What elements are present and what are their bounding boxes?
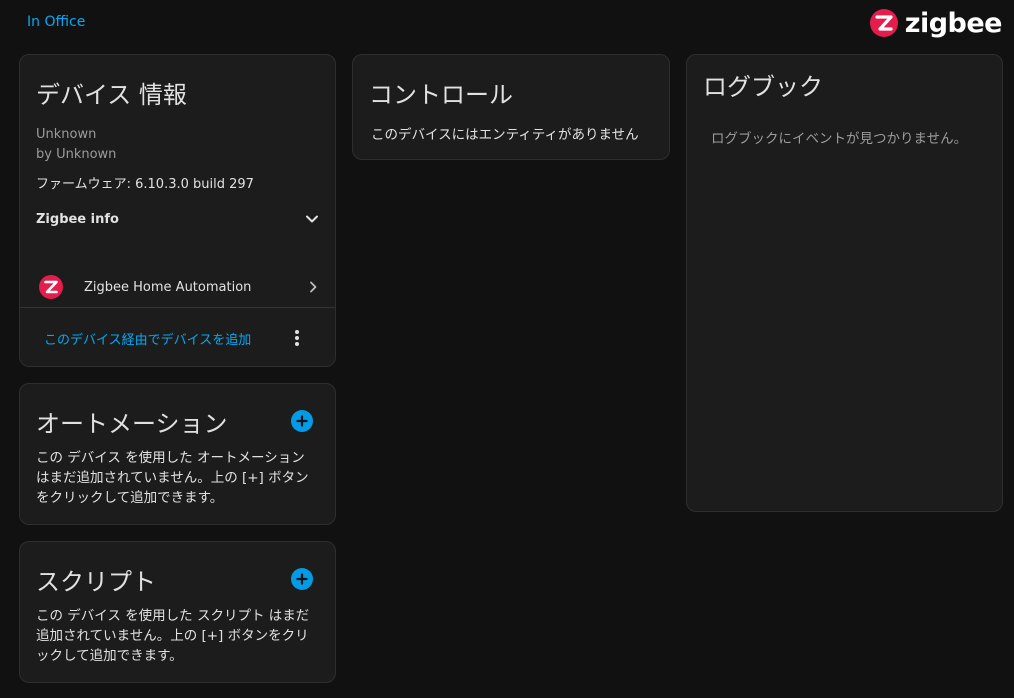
device-manufacturer: by Unknown: [36, 147, 117, 162]
zigbee-logo-icon: [39, 275, 63, 299]
plus-circle-icon: [296, 573, 308, 585]
zigbee-info-expander[interactable]: Zigbee info: [20, 201, 335, 237]
add-automation-button[interactable]: [291, 410, 313, 432]
logbook-card: ログブック ログブックにイベントが見つかりません。: [686, 54, 1003, 512]
controls-empty-text: このデバイスにはエンティティがありません: [371, 127, 639, 143]
dots-vertical-icon: [295, 330, 299, 346]
card-divider: [20, 307, 335, 308]
zigbee-brand-logo: zigbee: [869, 6, 1003, 40]
brand-name: zigbee: [904, 7, 1003, 39]
device-model-info: Unknown by Unknown: [36, 125, 116, 165]
plus-circle-icon: [296, 415, 308, 427]
zigbee-info-label: Zigbee info: [36, 211, 119, 227]
controls-title: コントロール: [369, 81, 513, 109]
chevron-down-icon: [306, 215, 318, 223]
more-options-button[interactable]: [287, 326, 307, 350]
automation-title: オートメーション: [36, 410, 228, 438]
script-title: スクリプト: [36, 568, 156, 596]
integration-row-zha[interactable]: Zigbee Home Automation: [20, 263, 335, 311]
automation-card: オートメーション この デバイス を使用した オートメーション はまだ追加されて…: [19, 383, 336, 525]
device-info-card: デバイス 情報 Unknown by Unknown ファームウェア: 6.10…: [19, 54, 336, 367]
script-empty-text: この デバイス を使用した スクリプト はまだ追加されていません。上の [+] …: [36, 608, 310, 664]
automation-empty-text: この デバイス を使用した オートメーション はまだ追加されていません。上の […: [36, 450, 309, 506]
device-info-title: デバイス 情報: [36, 81, 187, 109]
chevron-right-icon: [310, 281, 317, 293]
add-device-via-this-device-button[interactable]: このデバイス経由でデバイスを追加: [44, 329, 251, 348]
device-model: Unknown: [36, 127, 97, 142]
logbook-empty-text: ログブックにイベントが見つかりません。: [711, 131, 968, 147]
controls-card: コントロール このデバイスにはエンティティがありません: [352, 54, 670, 160]
device-firmware: ファームウェア: 6.10.3.0 build 297: [36, 177, 254, 192]
area-link[interactable]: In Office: [27, 14, 85, 30]
add-script-button[interactable]: [291, 568, 313, 590]
zigbee-logo-icon: [869, 9, 898, 37]
integration-label: Zigbee Home Automation: [84, 279, 252, 295]
logbook-title: ログブック: [703, 73, 823, 101]
script-card: スクリプト この デバイス を使用した スクリプト はまだ追加されていません。上…: [19, 541, 336, 683]
